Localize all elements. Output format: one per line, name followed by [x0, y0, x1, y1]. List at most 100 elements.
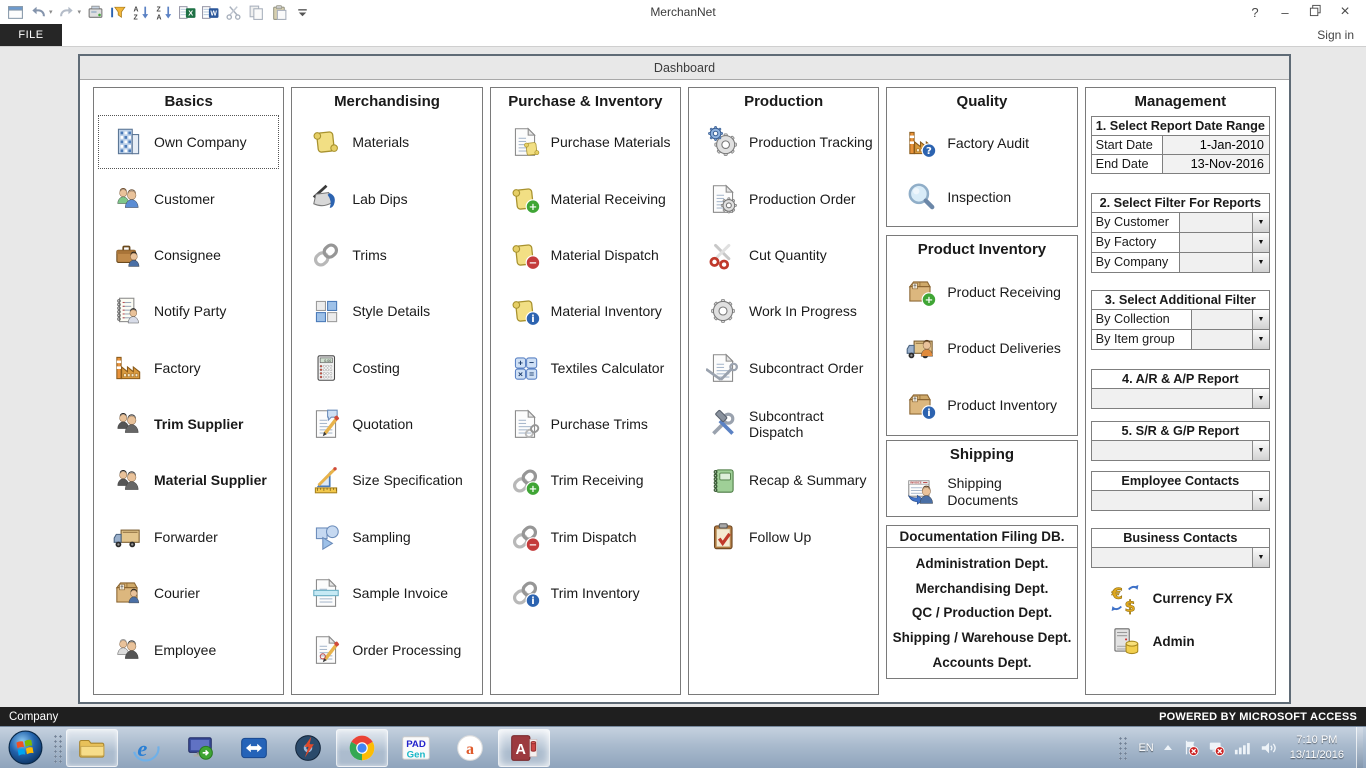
taskbar-padgen-button[interactable]: PADGen [390, 729, 442, 767]
taskbar-chrome-button[interactable] [336, 729, 388, 767]
item-trim-supplier[interactable]: Trim Supplier [97, 396, 280, 452]
device-error-icon[interactable] [1208, 739, 1226, 757]
export-excel-button[interactable]: X [177, 2, 197, 22]
item-accounts-dept[interactable]: Accounts Dept. [887, 655, 1076, 670]
copy-button[interactable] [246, 2, 266, 22]
volume-icon[interactable] [1260, 740, 1278, 756]
item-lab-dips[interactable]: Lab Dips [295, 170, 478, 226]
item-factory[interactable]: Factory [97, 340, 280, 396]
item-product-deliveries[interactable]: Product Deliveries [890, 331, 1073, 365]
close-button[interactable]: × [1334, 2, 1356, 22]
item-subcontract-order[interactable]: Subcontract Order [692, 340, 875, 396]
undo-button[interactable] [28, 2, 48, 22]
item-own-company[interactable]: Own Company [97, 114, 280, 170]
item-size-specification[interactable]: Size Specification [295, 452, 478, 508]
item-administration-dept[interactable]: Administration Dept. [887, 556, 1076, 571]
language-indicator[interactable]: EN [1138, 742, 1153, 754]
item-sampling[interactable]: Sampling [295, 509, 478, 565]
item-costing[interactable]: 0.00Costing [295, 340, 478, 396]
item-quotation[interactable]: Quotation [295, 396, 478, 452]
item-employee[interactable]: Employee [97, 622, 280, 678]
date-field-end-date[interactable]: 13-Nov-2016 [1162, 155, 1269, 173]
item-consignee[interactable]: Consignee [97, 227, 280, 283]
item-product-receiving[interactable]: +Product Receiving [890, 275, 1073, 309]
network-signal-icon[interactable] [1234, 740, 1252, 756]
chevron-down-icon[interactable]: ▼ [1252, 441, 1269, 460]
dropdown-arrow-icon[interactable]: ▾ [78, 8, 82, 16]
item-sample-invoice[interactable]: Sample Invoice [295, 565, 478, 621]
taskbar-access-button[interactable]: A [498, 729, 550, 767]
item-production-tracking[interactable]: Production Tracking [692, 114, 875, 170]
item-trims[interactable]: Trims [295, 227, 478, 283]
taskbar-appeon-button[interactable]: a [444, 729, 496, 767]
file-tab[interactable]: FILE [0, 24, 62, 46]
item-materials[interactable]: Materials [295, 114, 478, 170]
restore-button[interactable] [1304, 2, 1326, 22]
item-admin[interactable]: Admin [1091, 624, 1270, 658]
cut-button[interactable] [223, 2, 243, 22]
item-notify-party[interactable]: Notify Party [97, 283, 280, 339]
item-textiles-calculator[interactable]: +−×=Textiles Calculator [494, 340, 677, 396]
sort-descending-button[interactable]: ZA [154, 2, 174, 22]
taskbar-internet-explorer-button[interactable]: e [120, 729, 172, 767]
taskbar-windows-explorer-button[interactable] [66, 729, 118, 767]
item-production-order[interactable]: Production Order [692, 170, 875, 226]
chevron-down-icon[interactable]: ▼ [1252, 389, 1269, 408]
chevron-down-icon[interactable]: ▼ [1252, 213, 1269, 232]
chevron-down-icon[interactable]: ▼ [1252, 253, 1269, 272]
taskbar-teamviewer-button[interactable] [228, 729, 280, 767]
action-center-icon[interactable] [1182, 739, 1200, 757]
date-field-start-date[interactable]: 1-Jan-2010 [1162, 136, 1269, 154]
item-subcontract-dispatch[interactable]: Subcontract Dispatch [692, 396, 875, 452]
toggle-filter-button[interactable] [108, 2, 128, 22]
item-style-details[interactable]: Style Details [295, 283, 478, 339]
combo-employee-contacts[interactable]: ▼ [1092, 491, 1269, 510]
item-courier[interactable]: Courier [97, 565, 280, 621]
taskbar-daemon-tools-button[interactable] [282, 729, 334, 767]
item-inspection[interactable]: Inspection [890, 180, 1073, 214]
combo-4-a-r-a-p-report[interactable]: ▼ [1092, 389, 1269, 408]
item-trim-inventory[interactable]: iTrim Inventory [494, 565, 677, 621]
item-purchase-materials[interactable]: Purchase Materials [494, 114, 677, 170]
item-work-in-progress[interactable]: Work In Progress [692, 283, 875, 339]
item-merchandising-dept[interactable]: Merchandising Dept. [887, 581, 1076, 596]
item-material-dispatch[interactable]: −Material Dispatch [494, 227, 677, 283]
chevron-down-icon[interactable]: ▼ [1252, 233, 1269, 252]
combo-by-customer[interactable]: ▼ [1180, 213, 1269, 232]
dropdown-arrow-icon[interactable]: ▾ [49, 8, 53, 16]
sort-ascending-button[interactable]: AZ [131, 2, 151, 22]
customize-qat-button[interactable] [292, 2, 312, 22]
item-cut-quantity[interactable]: Cut Quantity [692, 227, 875, 283]
item-material-supplier[interactable]: Material Supplier [97, 452, 280, 508]
item-trim-receiving[interactable]: +Trim Receiving [494, 452, 677, 508]
help-button[interactable]: ? [1244, 2, 1266, 22]
taskbar-clock[interactable]: 7:10 PM 13/11/2016 [1286, 733, 1348, 763]
item-qc-production-dept[interactable]: QC / Production Dept. [887, 605, 1076, 620]
chevron-down-icon[interactable]: ▼ [1252, 310, 1269, 329]
item-material-inventory[interactable]: iMaterial Inventory [494, 283, 677, 339]
form-button[interactable] [5, 2, 25, 22]
item-follow-up[interactable]: Follow Up [692, 509, 875, 565]
combo-business-contacts[interactable]: ▼ [1092, 548, 1269, 567]
item-trim-dispatch[interactable]: −Trim Dispatch [494, 509, 677, 565]
sign-in-link[interactable]: Sign in [1317, 24, 1366, 46]
item-material-receiving[interactable]: +Material Receiving [494, 170, 677, 226]
tray-grip[interactable] [1117, 735, 1128, 761]
combo-by-company[interactable]: ▼ [1180, 253, 1269, 272]
chevron-down-icon[interactable]: ▼ [1252, 330, 1269, 349]
combo-by-factory[interactable]: ▼ [1180, 233, 1269, 252]
item-factory-audit[interactable]: ?Factory Audit [890, 126, 1073, 160]
item-shipping-documents[interactable]: INVOICEShipping Documents [890, 475, 1073, 509]
taskbar-remote-desktop-button[interactable] [174, 729, 226, 767]
item-currency-fx[interactable]: €$Currency FX [1091, 581, 1270, 615]
chevron-down-icon[interactable]: ▼ [1252, 491, 1269, 510]
start-button[interactable] [0, 727, 50, 768]
item-product-inventory[interactable]: iProduct Inventory [890, 388, 1073, 422]
item-order-processing[interactable]: Order Processing [295, 622, 478, 678]
combo-by-collection[interactable]: ▼ [1192, 310, 1269, 329]
item-customer[interactable]: Customer [97, 170, 280, 226]
item-purchase-trims[interactable]: Purchase Trims [494, 396, 677, 452]
item-shipping-warehouse-dept[interactable]: Shipping / Warehouse Dept. [887, 630, 1076, 645]
taskbar-grip[interactable] [52, 733, 63, 763]
combo-5-s-r-g-p-report[interactable]: ▼ [1092, 441, 1269, 460]
